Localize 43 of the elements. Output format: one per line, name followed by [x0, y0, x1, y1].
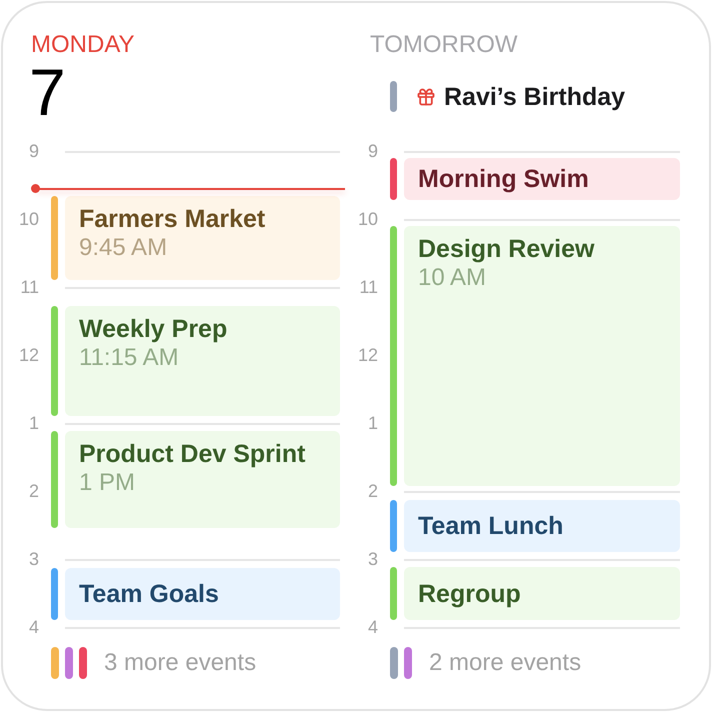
more-events-label: 3 more events [104, 649, 256, 677]
hour-label: 10 [356, 208, 378, 230]
day-name: TOMORROW [369, 31, 519, 59]
event-title: Farmers Market [79, 204, 266, 234]
event-card[interactable]: Weekly Prep 11:15 AM [65, 306, 340, 416]
event-title: Weekly Prep [79, 314, 228, 344]
hour-label: 1 [28, 412, 39, 434]
hour-label: 2 [366, 480, 378, 502]
event-card[interactable]: Design Review 10 AM [404, 226, 680, 486]
gift-icon [416, 86, 436, 106]
hour-label: 3 [366, 548, 378, 570]
event-time: 10 AM [418, 264, 488, 292]
hour-label: 3 [28, 548, 39, 570]
hour-label: 11 [19, 276, 39, 298]
event-card[interactable]: Team Goals [65, 568, 340, 620]
event-time: 1 PM [79, 469, 136, 497]
event-card[interactable]: Farmers Market 9:45 AM [65, 196, 340, 280]
event-card[interactable]: Team Lunch [404, 500, 680, 552]
event-title: Team Lunch [418, 511, 564, 541]
hour-label: 2 [28, 480, 39, 502]
day-name: MONDAY [30, 31, 136, 59]
hour-label: 10 [18, 208, 39, 230]
date-number: 7 [28, 59, 67, 125]
event-card[interactable]: Regroup [404, 567, 680, 620]
event-card[interactable]: Product Dev Sprint 1 PM [65, 431, 340, 528]
more-events-label: 2 more events [429, 649, 582, 677]
hour-label: 9 [366, 140, 378, 162]
event-time: 11:15 AM [79, 344, 180, 372]
hour-label: 9 [28, 140, 39, 162]
all-day-event-title[interactable]: Ravi’s Birthday [444, 82, 626, 112]
event-time: 9:45 AM [79, 234, 168, 262]
event-title: Design Review [418, 234, 596, 264]
hour-label: 11 [358, 276, 378, 298]
event-title: Morning Swim [418, 164, 590, 194]
hour-label: 4 [28, 616, 39, 638]
hour-label: 12 [356, 344, 378, 366]
event-title: Team Goals [79, 579, 220, 609]
event-title: Product Dev Sprint [79, 439, 306, 469]
hour-label: 4 [366, 616, 378, 638]
hour-label: 12 [18, 344, 39, 366]
event-card[interactable]: Morning Swim [404, 158, 680, 200]
event-title: Regroup [418, 578, 522, 608]
hour-label: 1 [366, 412, 378, 434]
